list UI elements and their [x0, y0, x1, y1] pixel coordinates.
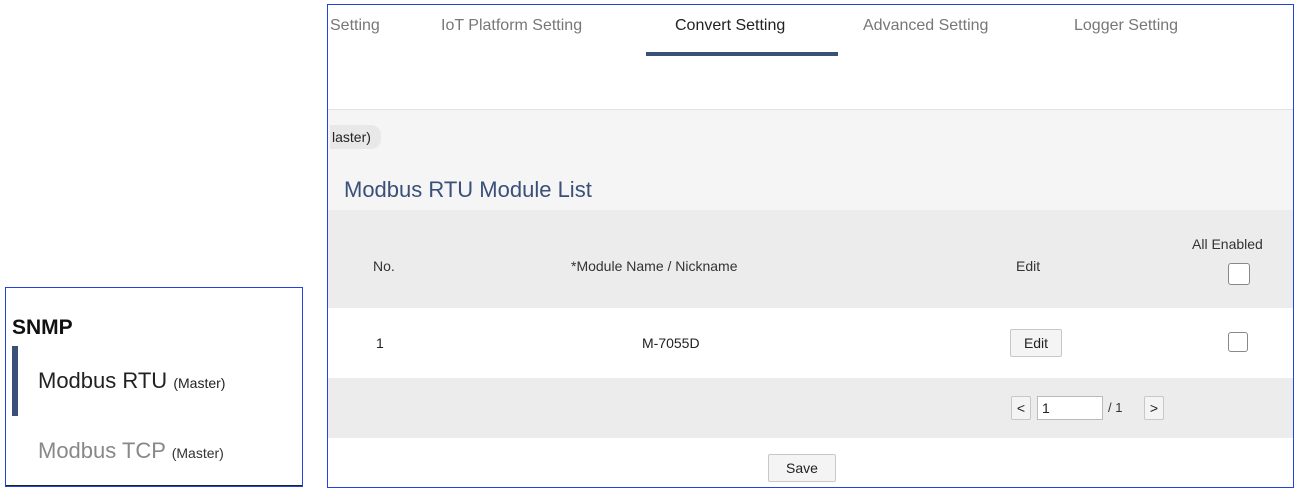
all-enabled-checkbox[interactable]	[1228, 263, 1250, 285]
active-indicator	[12, 346, 18, 416]
sidebar-item-label: Modbus RTU	[38, 368, 168, 393]
breadcrumb[interactable]: laster)	[330, 125, 381, 149]
sidebar-item-sub: (Master)	[173, 375, 226, 391]
sidebar-item-modbus-tcp[interactable]: Modbus TCP (Master)	[38, 438, 224, 464]
main-panel: Setting IoT Platform Setting Convert Set…	[327, 4, 1294, 488]
row-no: 1	[376, 335, 384, 351]
page-number-input[interactable]	[1037, 396, 1103, 420]
row-module-name: M-7055D	[642, 335, 700, 351]
header-no: No.	[373, 258, 395, 274]
header-edit: Edit	[1016, 258, 1041, 274]
next-page-button[interactable]: >	[1144, 396, 1164, 420]
pager: < / 1 >	[328, 378, 1293, 438]
sidebar-panel: SNMP Modbus RTU (Master) Modbus TCP (Mas…	[5, 287, 303, 487]
prev-page-button[interactable]: <	[1011, 396, 1031, 420]
edit-button[interactable]: Edit	[1010, 329, 1062, 357]
tab-convert-setting[interactable]: Convert Setting	[675, 17, 785, 35]
table-row: 1 M-7055D Edit	[328, 308, 1293, 378]
page-total: / 1	[1108, 400, 1123, 415]
save-area: Save	[328, 438, 1293, 487]
table-header: No. *Module Name / Nickname Edit All Ena…	[328, 210, 1293, 308]
tab-setting[interactable]: Setting	[330, 17, 380, 35]
tab-iot-platform-setting[interactable]: IoT Platform Setting	[441, 17, 582, 35]
row-enabled-checkbox[interactable]	[1228, 332, 1248, 352]
sidebar-title: SNMP	[12, 316, 73, 339]
save-button[interactable]: Save	[768, 454, 836, 482]
tab-logger-setting[interactable]: Logger Setting	[1074, 17, 1178, 35]
header-module-name: *Module Name / Nickname	[571, 258, 738, 274]
tab-bar: Setting IoT Platform Setting Convert Set…	[328, 5, 1293, 110]
module-list-title: Modbus RTU Module List	[344, 177, 592, 202]
sidebar-item-sub: (Master)	[171, 445, 224, 461]
sidebar-item-label: Modbus TCP	[38, 438, 166, 463]
tab-advanced-setting[interactable]: Advanced Setting	[863, 17, 988, 35]
active-tab-underline	[646, 52, 838, 56]
sidebar-item-modbus-rtu[interactable]: Modbus RTU (Master)	[38, 368, 225, 394]
header-all-enabled: All Enabled	[1192, 236, 1263, 252]
divider	[6, 485, 302, 486]
